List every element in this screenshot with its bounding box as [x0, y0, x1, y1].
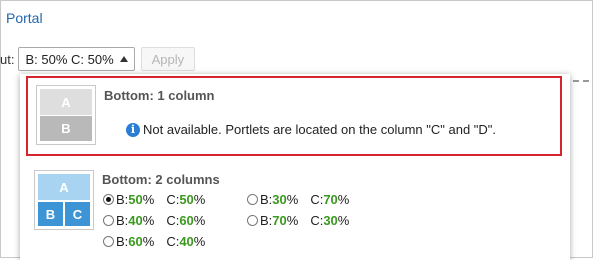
radio-icon [103, 215, 114, 226]
pct-sign: % [142, 234, 155, 249]
layout-row: ut: B: 50% C: 50% Apply [0, 46, 196, 72]
layout-label: ut: [0, 51, 15, 67]
thumb-cell-a: A [38, 174, 90, 200]
message-text: Not available. Portlets are located on t… [143, 122, 497, 137]
option-title-2-columns: Bottom: 2 columns [102, 172, 220, 187]
thumb-cell-b: B [38, 202, 63, 226]
thumb-cell-b: B [40, 116, 92, 141]
pct-sign: % [193, 192, 206, 207]
radio-b-prefix: B: [260, 213, 273, 228]
radio-b-prefix: B: [116, 192, 129, 207]
radio-b-prefix: B: [116, 234, 129, 249]
caret-up-icon [119, 56, 128, 62]
radio-b-value: 60 [128, 234, 143, 249]
radio-b-prefix: B: [116, 213, 129, 228]
option-bottom-1-column: A B Bottom: 1 column i Not available. Po… [26, 76, 562, 156]
layout-select-value: B: 50% C: 50% [25, 51, 114, 67]
radio-b-prefix: B: [260, 192, 273, 207]
radio-icon [247, 194, 258, 205]
pct-sign: % [337, 192, 350, 207]
pct-sign: % [193, 213, 206, 228]
radio-c-prefix: C: [166, 234, 180, 249]
radio-option[interactable]: B: 30% C: 70% [247, 192, 349, 207]
pct-sign: % [286, 192, 299, 207]
layout-select[interactable]: B: 50% C: 50% [18, 47, 135, 71]
radio-selected-icon [103, 194, 114, 205]
radio-b-value: 30 [272, 192, 287, 207]
pct-sign: % [142, 192, 155, 207]
radio-b-value: 50 [128, 192, 143, 207]
apply-button[interactable]: Apply [140, 47, 196, 71]
info-icon: i [126, 122, 140, 137]
radio-c-value: 30 [323, 213, 338, 228]
radio-option[interactable]: B: 60% C: 40% [103, 234, 205, 249]
option-title: Bottom: 1 column [104, 88, 215, 103]
radio-c-prefix: C: [166, 213, 180, 228]
layout-thumbnail-2-columns: A B C [34, 170, 94, 230]
breadcrumb-portal-link[interactable]: Portal [6, 10, 43, 26]
radio-c-prefix: C: [310, 192, 324, 207]
radio-b-value: 40 [128, 213, 143, 228]
radio-option[interactable]: B: 50% C: 50% [103, 192, 205, 207]
thumb-cell-c: C [65, 202, 90, 226]
radio-c-value: 40 [179, 234, 194, 249]
radio-icon [247, 215, 258, 226]
pct-sign: % [193, 234, 206, 249]
pct-sign: % [286, 213, 299, 228]
radio-option[interactable]: B: 40% C: 60% [103, 213, 205, 228]
radio-c-value: 50 [179, 192, 194, 207]
radio-b-value: 70 [272, 213, 287, 228]
radio-c-value: 70 [323, 192, 338, 207]
radio-icon [103, 236, 114, 247]
pct-sign: % [142, 213, 155, 228]
radio-c-prefix: C: [310, 213, 324, 228]
layout-thumbnail-1-column: A B [36, 85, 96, 145]
radio-option[interactable]: B: 70% C: 30% [247, 213, 349, 228]
pct-sign: % [337, 213, 350, 228]
not-available-message: i Not available. Portlets are located on… [126, 122, 496, 137]
thumb-cell-a: A [40, 89, 92, 115]
radio-c-value: 60 [179, 213, 194, 228]
radio-c-prefix: C: [166, 192, 180, 207]
